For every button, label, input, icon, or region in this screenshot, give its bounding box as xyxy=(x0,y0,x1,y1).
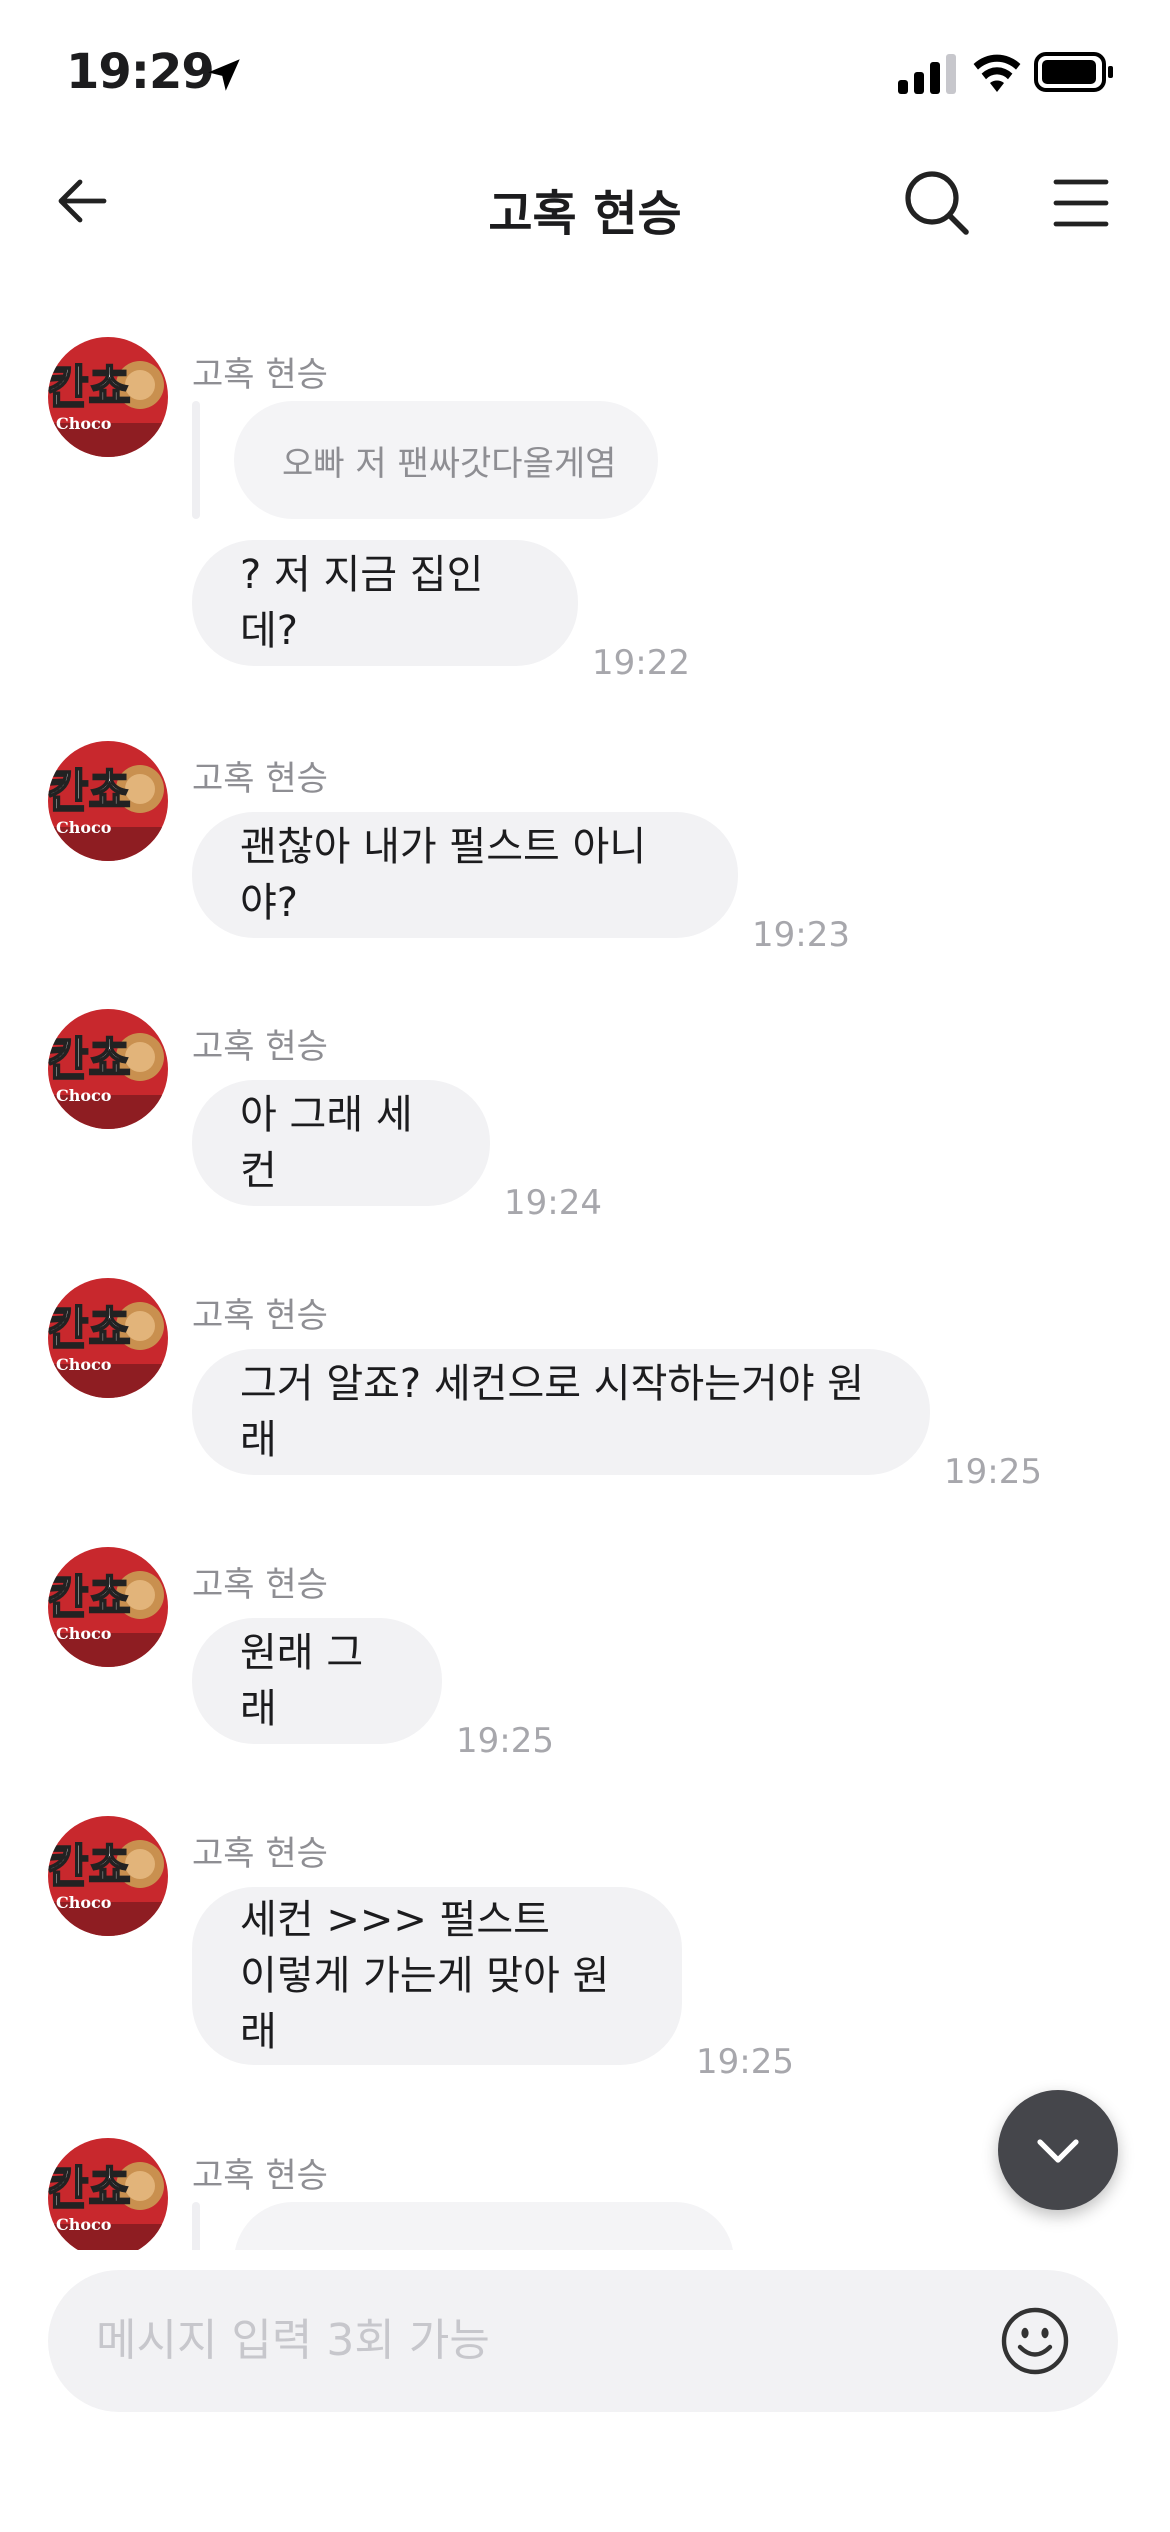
avatar-image: 칸쵸 Choco xyxy=(48,337,168,457)
status-time: 19:29 xyxy=(66,44,215,100)
cellular-signal-icon xyxy=(898,54,956,94)
avatar-image: 칸쵸 Choco xyxy=(48,1547,168,1667)
quoted-message[interactable]: 오빠 저 팬싸갓다올게염 xyxy=(234,401,658,519)
svg-text:칸쵸: 칸쵸 xyxy=(48,1839,131,1893)
message-input[interactable]: 메시지 입력 3회 가능 xyxy=(48,2270,1118,2412)
message-time: 19:25 xyxy=(696,2042,794,2082)
message-time: 19:23 xyxy=(752,915,850,955)
sender-name: 고혹 현승 xyxy=(192,2156,328,2196)
chat-header: 고혹 현승 xyxy=(0,140,1170,270)
avatar-image: 칸쵸 Choco xyxy=(48,2138,168,2250)
svg-text:칸쵸: 칸쵸 xyxy=(48,360,131,414)
sender-name: 고혹 현승 xyxy=(192,1296,328,1336)
sender-name: 고혹 현승 xyxy=(192,1834,328,1874)
quote-bar xyxy=(192,2202,200,2250)
quoted-message[interactable] xyxy=(234,2202,734,2250)
sender-name: 고혹 현승 xyxy=(192,1565,328,1605)
avatar[interactable]: 칸쵸 Choco xyxy=(48,1547,168,1667)
emoji-icon[interactable] xyxy=(1000,2306,1070,2376)
avatar[interactable]: 칸쵸 Choco xyxy=(48,337,168,457)
menu-icon[interactable] xyxy=(1052,174,1110,232)
sender-name: 고혹 현승 xyxy=(192,1027,328,1067)
location-arrow-icon xyxy=(208,59,240,91)
svg-text:Choco: Choco xyxy=(56,2215,112,2234)
message-time: 19:25 xyxy=(944,1452,1042,1492)
message-bubble[interactable]: 그거 알죠? 세컨으로 시작하는거야 원래 xyxy=(192,1349,930,1475)
svg-text:Choco: Choco xyxy=(56,1086,112,1105)
svg-text:칸쵸: 칸쵸 xyxy=(48,2161,131,2215)
message-composer: 메시지 입력 3회 가능 xyxy=(0,2250,1170,2532)
svg-text:Choco: Choco xyxy=(56,1893,112,1912)
avatar[interactable]: 칸쵸 Choco xyxy=(48,2138,168,2250)
sender-name: 고혹 현승 xyxy=(192,759,328,799)
message-bubble[interactable]: ? 저 지금 집인데? xyxy=(192,540,578,666)
avatar-image: 칸쵸 Choco xyxy=(48,741,168,861)
search-icon[interactable] xyxy=(902,168,972,238)
avatar[interactable]: 칸쵸 Choco xyxy=(48,1278,168,1398)
scroll-down-button[interactable] xyxy=(998,2090,1118,2210)
message-time: 19:22 xyxy=(592,643,690,683)
message-bubble[interactable]: 원래 그래 xyxy=(192,1618,442,1744)
chat-title: 고혹 현승 xyxy=(488,186,682,242)
svg-text:칸쵸: 칸쵸 xyxy=(48,764,131,818)
svg-text:Choco: Choco xyxy=(56,1624,112,1643)
message-input-placeholder: 메시지 입력 3회 가능 xyxy=(96,2315,490,2366)
svg-text:칸쵸: 칸쵸 xyxy=(48,1301,131,1355)
svg-text:Choco: Choco xyxy=(56,1355,112,1374)
message-bubble[interactable]: 아 그래 세컨 xyxy=(192,1080,490,1206)
message-bubble[interactable]: 괜찮아 내가 펄스트 아니야? xyxy=(192,812,738,938)
svg-text:Choco: Choco xyxy=(56,414,112,433)
avatar-image: 칸쵸 Choco xyxy=(48,1816,168,1936)
avatar-image: 칸쵸 Choco xyxy=(48,1009,168,1129)
svg-text:Choco: Choco xyxy=(56,818,112,837)
status-bar: 19:29 xyxy=(0,0,1170,140)
avatar[interactable]: 칸쵸 Choco xyxy=(48,741,168,861)
chevron-down-icon xyxy=(1037,2139,1079,2163)
avatar-image: 칸쵸 Choco xyxy=(48,1278,168,1398)
svg-text:칸쵸: 칸쵸 xyxy=(48,1032,131,1086)
message-time: 19:24 xyxy=(504,1183,602,1223)
chat-list[interactable]: 칸쵸 Choco 고혹 현승 오빠 저 팬싸갓다올게염 ? 저 지금 집인데? … xyxy=(0,300,1170,2250)
wifi-icon xyxy=(973,54,1021,92)
avatar[interactable]: 칸쵸 Choco xyxy=(48,1009,168,1129)
message-bubble[interactable]: 세컨 >>> 펄스트 이렇게 가는게 맞아 원래 xyxy=(192,1887,682,2065)
avatar[interactable]: 칸쵸 Choco xyxy=(48,1816,168,1936)
battery-icon xyxy=(1034,52,1113,92)
sender-name: 고혹 현승 xyxy=(192,355,328,395)
svg-text:칸쵸: 칸쵸 xyxy=(48,1570,131,1624)
quote-bar xyxy=(192,401,200,519)
message-time: 19:25 xyxy=(456,1721,554,1761)
